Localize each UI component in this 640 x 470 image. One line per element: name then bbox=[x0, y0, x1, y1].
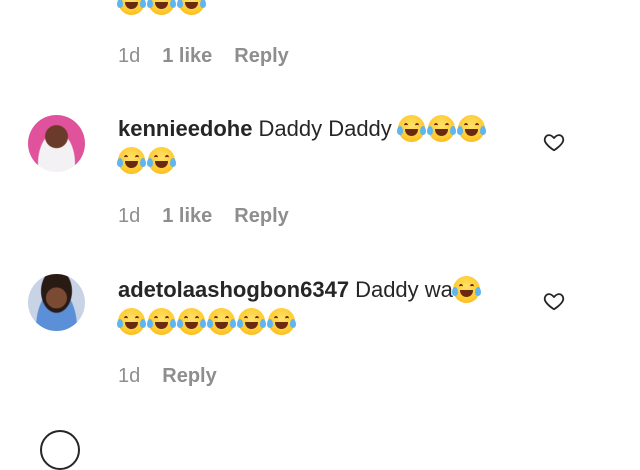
laughing-emoji-icon bbox=[177, 0, 206, 15]
reply-button[interactable]: Reply bbox=[234, 45, 288, 68]
comment-text: Daddy Daddy bbox=[258, 116, 392, 141]
avatar[interactable] bbox=[28, 115, 85, 172]
laughing-emoji-icon bbox=[177, 308, 206, 335]
heart-outline-icon[interactable] bbox=[543, 131, 565, 153]
like-count[interactable]: 1 like bbox=[162, 205, 212, 228]
avatar[interactable] bbox=[40, 430, 80, 470]
laughing-emoji-icon bbox=[207, 308, 236, 335]
laughing-emoji-icon bbox=[426, 115, 456, 142]
laughing-emoji-icon bbox=[237, 308, 266, 335]
previous-comment-meta: 1d 1 like Reply bbox=[118, 45, 311, 68]
laughing-emoji-icon bbox=[396, 115, 426, 142]
comment-body: kennieedohe Daddy Daddy bbox=[117, 113, 528, 177]
heart-outline-icon[interactable] bbox=[543, 290, 565, 312]
laughing-emoji-icon bbox=[117, 0, 146, 15]
comment-text: Daddy wa bbox=[355, 277, 453, 302]
laughing-emoji-icon bbox=[117, 147, 146, 174]
comment-username[interactable]: adetolaashogbon6347 bbox=[118, 277, 349, 302]
avatar[interactable] bbox=[28, 274, 85, 331]
reply-button[interactable]: Reply bbox=[234, 205, 288, 228]
laughing-emoji-icon bbox=[147, 0, 176, 15]
comment-time: 1d bbox=[118, 365, 141, 387]
laughing-emoji-icon bbox=[117, 308, 146, 335]
laughing-emoji-icon bbox=[267, 308, 296, 335]
comment-time: 1d bbox=[118, 205, 141, 227]
comment-meta: 1d Reply bbox=[118, 365, 239, 388]
comment-username[interactable]: kennieedohe bbox=[118, 116, 252, 141]
reply-button[interactable]: Reply bbox=[162, 365, 216, 388]
laughing-emoji-icon bbox=[451, 276, 481, 303]
comment-body: adetolaashogbon6347 Daddy wa bbox=[117, 274, 528, 338]
comment-meta: 1d 1 like Reply bbox=[118, 205, 311, 228]
laughing-emoji-icon bbox=[456, 115, 486, 142]
laughing-emoji-icon bbox=[147, 308, 176, 335]
laughing-emoji-icon bbox=[147, 147, 176, 174]
like-count[interactable]: 1 like bbox=[162, 45, 212, 68]
previous-comment-emojis bbox=[117, 0, 208, 15]
comment-time: 1d bbox=[118, 45, 141, 67]
